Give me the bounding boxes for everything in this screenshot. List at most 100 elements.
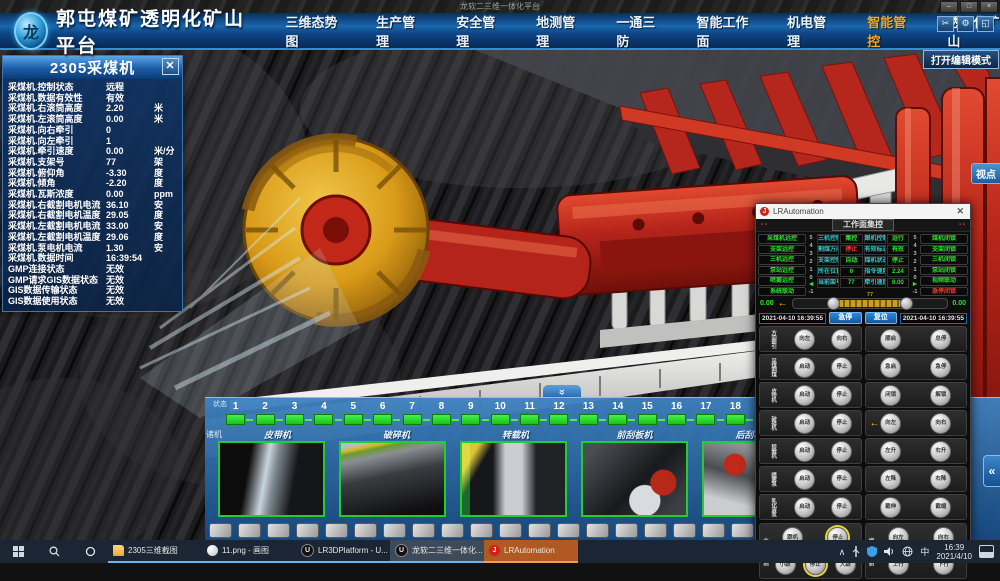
control-button[interactable]: 急启 bbox=[880, 357, 901, 378]
speaker-icon[interactable] bbox=[884, 546, 895, 557]
support-state-indicator[interactable] bbox=[344, 414, 363, 425]
strip-thumbnail[interactable] bbox=[238, 523, 261, 538]
indicator-button[interactable]: 采煤机远控 bbox=[758, 234, 806, 244]
taskbar-item[interactable]: U龙软二三维一体化... bbox=[390, 540, 484, 563]
support-state-indicator[interactable] bbox=[403, 414, 422, 425]
strip-thumbnail[interactable] bbox=[470, 523, 493, 538]
gauge-bar[interactable]: 77 bbox=[792, 298, 949, 309]
support-state-indicator[interactable] bbox=[667, 414, 686, 425]
control-button[interactable]: 向右 bbox=[831, 329, 852, 350]
indicator-button[interactable]: 急停闭锁 bbox=[920, 287, 968, 297]
strip-thumbnail[interactable] bbox=[586, 523, 609, 538]
strip-thumbnail[interactable] bbox=[267, 523, 290, 538]
control-button[interactable]: 左升 bbox=[880, 441, 901, 462]
strip-thumbnail[interactable] bbox=[557, 523, 580, 538]
strip-thumbnail[interactable] bbox=[644, 523, 667, 538]
estop-button[interactable]: 急停 bbox=[829, 312, 861, 324]
support-state-indicator[interactable] bbox=[491, 414, 510, 425]
control-button[interactable]: 左降 bbox=[880, 469, 901, 490]
control-button[interactable]: 解锁 bbox=[930, 385, 951, 406]
nav-item-生产管理[interactable]: 生产管理 bbox=[376, 12, 418, 50]
indicator-button[interactable]: 支架闭锁 bbox=[920, 245, 968, 255]
support-state-indicator[interactable] bbox=[579, 414, 598, 425]
machine-panel-close-icon[interactable]: ✕ bbox=[162, 58, 179, 75]
nav-item-机电管理[interactable]: 机电管理 bbox=[787, 12, 829, 50]
control-button[interactable]: 向左 bbox=[880, 413, 901, 434]
usb-icon[interactable] bbox=[852, 546, 860, 557]
support-state-indicator[interactable] bbox=[285, 414, 304, 425]
support-state-indicator[interactable] bbox=[432, 414, 451, 425]
ime-indicator[interactable]: 中 bbox=[920, 547, 929, 557]
support-state-indicator[interactable] bbox=[226, 414, 245, 425]
network-globe-icon[interactable] bbox=[902, 546, 913, 557]
gear-icon[interactable]: ⚙ bbox=[957, 16, 974, 32]
camera-thumbnail[interactable] bbox=[339, 441, 446, 517]
resize-icon[interactable]: ◱ bbox=[977, 16, 994, 32]
viewpoint-tab[interactable]: 视点 bbox=[971, 163, 1000, 184]
indicator-button[interactable]: 支架远控 bbox=[758, 245, 806, 255]
gauge-knob-left[interactable] bbox=[827, 297, 840, 310]
support-state-indicator[interactable] bbox=[549, 414, 568, 425]
indicator-button[interactable]: 泵站远控 bbox=[758, 266, 806, 276]
strip-thumbnail[interactable] bbox=[412, 523, 435, 538]
reset-button[interactable]: 复位 bbox=[865, 312, 897, 324]
control-button[interactable]: 顺启 bbox=[880, 329, 901, 350]
lra-close-icon[interactable]: ✕ bbox=[954, 206, 966, 217]
support-state-indicator[interactable] bbox=[314, 414, 333, 425]
control-button[interactable]: 停止 bbox=[831, 441, 852, 462]
control-button[interactable]: 截伸 bbox=[880, 497, 901, 518]
taskbar-item[interactable]: 11.png - 画图 bbox=[202, 540, 296, 563]
nav-item-智能管控[interactable]: 智能管控 bbox=[867, 12, 909, 50]
control-button[interactable]: 向左 bbox=[794, 329, 815, 350]
indicator-button[interactable]: 三机闭锁 bbox=[920, 255, 968, 265]
strip-thumbnail[interactable] bbox=[731, 523, 754, 538]
support-state-indicator[interactable] bbox=[256, 414, 275, 425]
control-button[interactable]: 总停 bbox=[930, 329, 951, 350]
camera-thumbnail[interactable] bbox=[218, 441, 325, 517]
nav-item-安全管理[interactable]: 安全管理 bbox=[456, 12, 498, 50]
search-button[interactable] bbox=[36, 540, 72, 563]
taskbar-item[interactable]: ULR3DPlatform - U... bbox=[296, 540, 390, 563]
lra-title-bar[interactable]: J LRAutomation ✕ bbox=[756, 204, 970, 219]
tray-expand-icon[interactable]: ∧ bbox=[839, 547, 846, 557]
nav-item-三维态势图[interactable]: 三维态势图 bbox=[285, 12, 338, 50]
strip-thumbnail[interactable] bbox=[209, 523, 232, 538]
strip-thumbnail[interactable] bbox=[702, 523, 725, 538]
indicator-button[interactable]: 系统联动 bbox=[758, 287, 806, 297]
start-button[interactable] bbox=[0, 540, 36, 563]
nav-item-智能工作面[interactable]: 智能工作面 bbox=[697, 12, 750, 50]
support-state-indicator[interactable] bbox=[726, 414, 745, 425]
taskbar-item[interactable]: JLRAutomation bbox=[484, 540, 578, 563]
open-edit-mode-button[interactable]: 打开编辑模式 bbox=[923, 50, 999, 69]
control-button[interactable]: 启动 bbox=[794, 413, 815, 434]
indicator-button[interactable]: 煤机闭锁 bbox=[920, 234, 968, 244]
control-button[interactable]: 右降 bbox=[930, 469, 951, 490]
indicator-button[interactable]: 三机远控 bbox=[758, 255, 806, 265]
control-button[interactable]: 停止 bbox=[831, 357, 852, 378]
control-button[interactable]: 停止 bbox=[831, 497, 852, 518]
camera-thumbnail[interactable] bbox=[460, 441, 567, 517]
control-button[interactable]: 向右 bbox=[930, 413, 951, 434]
clock[interactable]: 16:39 2021/4/10 bbox=[936, 543, 972, 561]
strip-thumbnail[interactable] bbox=[615, 523, 638, 538]
strip-thumbnail[interactable] bbox=[528, 523, 551, 538]
strip-thumbnail[interactable] bbox=[499, 523, 522, 538]
strip-thumbnail[interactable] bbox=[383, 523, 406, 538]
strip-thumbnail[interactable] bbox=[296, 523, 319, 538]
control-button[interactable]: 停止 bbox=[831, 469, 852, 490]
control-button[interactable]: 启动 bbox=[794, 441, 815, 462]
control-button[interactable]: 启动 bbox=[794, 357, 815, 378]
strip-thumbnail[interactable] bbox=[441, 523, 464, 538]
camera-thumbnail[interactable] bbox=[581, 441, 688, 517]
indicator-button[interactable]: 喷雾远控 bbox=[758, 276, 806, 286]
workface-control-tab[interactable]: 工作面集控 bbox=[832, 219, 894, 231]
indicator-button[interactable]: 视频联动 bbox=[920, 276, 968, 286]
control-button[interactable]: 截缩 bbox=[930, 497, 951, 518]
control-button[interactable]: 闭锁 bbox=[880, 385, 901, 406]
tools-icon[interactable]: ✂ bbox=[937, 16, 954, 32]
control-button[interactable]: 启动 bbox=[794, 497, 815, 518]
collapse-panel-tab[interactable]: « bbox=[983, 455, 1000, 487]
support-state-indicator[interactable] bbox=[373, 414, 392, 425]
nav-item-一通三防[interactable]: 一通三防 bbox=[616, 12, 658, 50]
support-state-indicator[interactable] bbox=[608, 414, 627, 425]
